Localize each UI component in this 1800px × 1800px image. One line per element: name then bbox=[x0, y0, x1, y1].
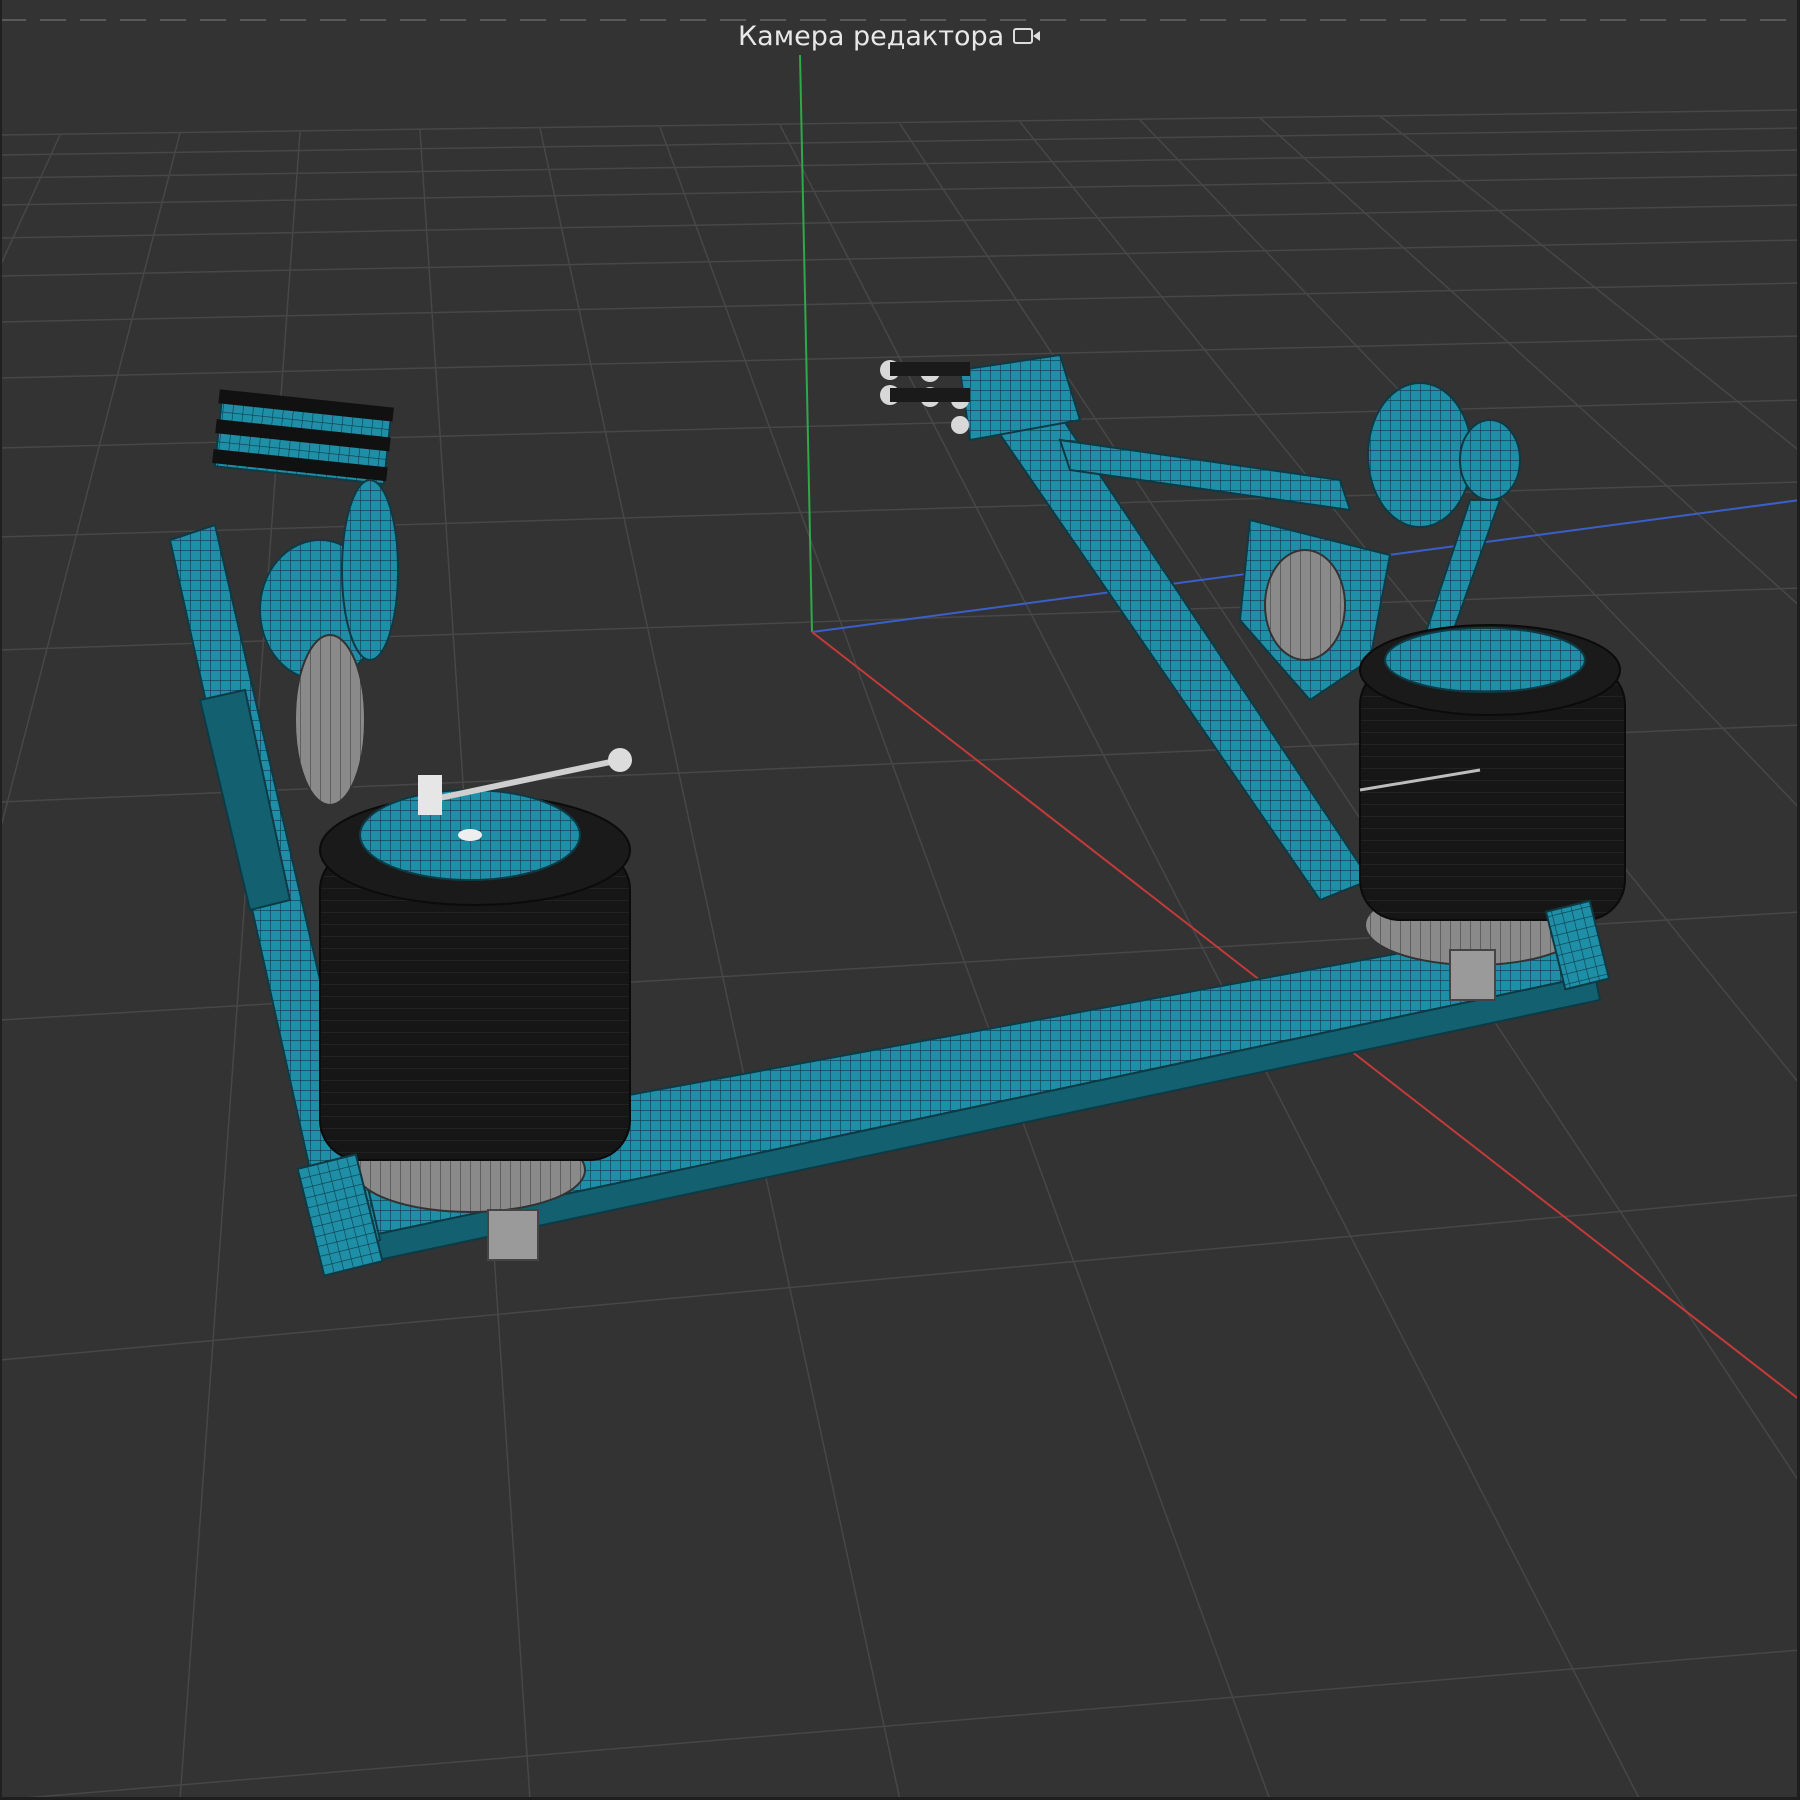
suspension-model[interactable] bbox=[168, 353, 1626, 1277]
right-brake-disc bbox=[1367, 382, 1473, 528]
camera-label-text: Камера редактора bbox=[738, 20, 1005, 52]
y-axis bbox=[799, 54, 813, 633]
viewport-scene[interactable] bbox=[0, 0, 1800, 1800]
3d-viewport[interactable]: Камера редактора bbox=[0, 0, 1800, 1800]
left-air-spring bbox=[319, 789, 631, 1213]
editor-camera-menu[interactable]: Камера редактора bbox=[738, 18, 1042, 54]
camera-icon bbox=[1013, 28, 1041, 44]
